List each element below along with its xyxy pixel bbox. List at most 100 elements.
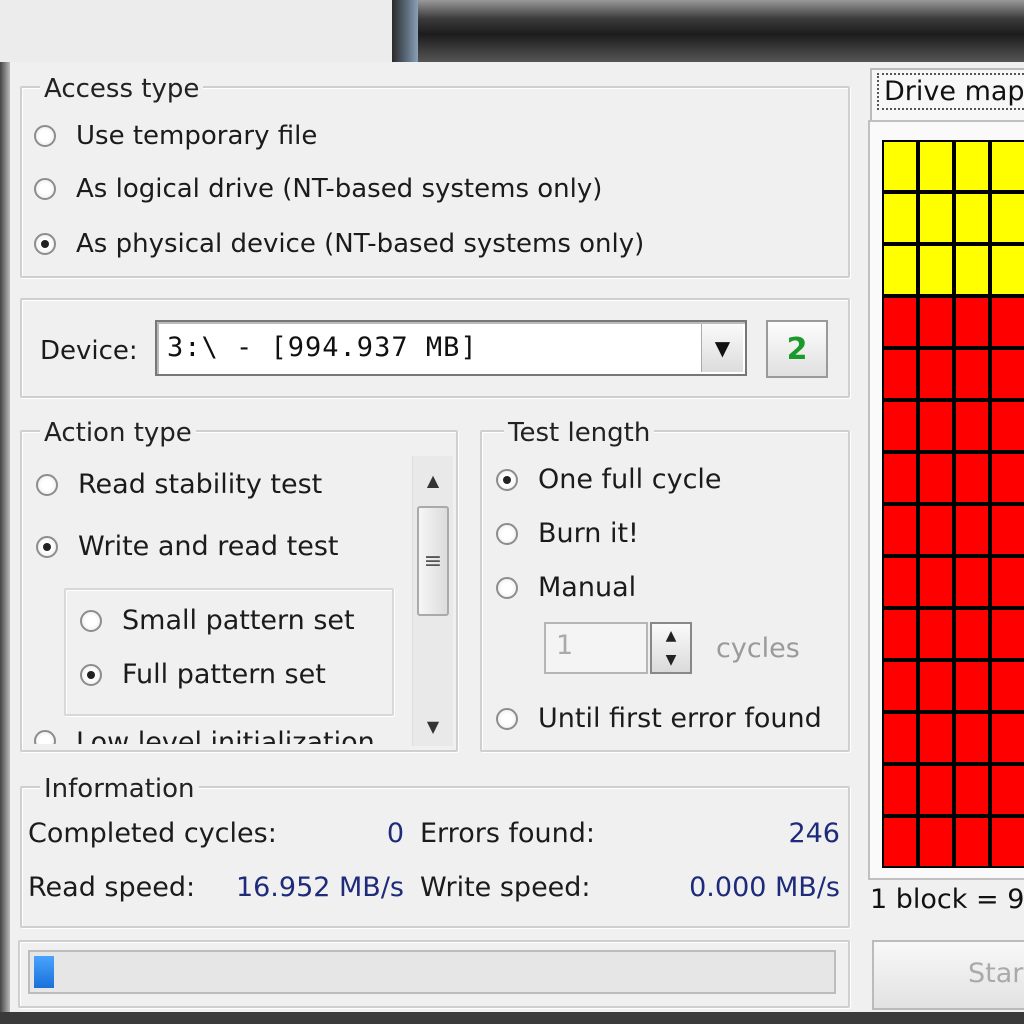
drive-map-block-yellow (882, 192, 918, 244)
action-option-0[interactable]: Read stability test (36, 470, 322, 500)
access-option-0[interactable]: Use temporary file (34, 121, 317, 151)
action-option-label: Low level initialization (76, 730, 375, 744)
drive-map-block-yellow (882, 244, 918, 296)
test-length-legend: Test length (504, 418, 655, 448)
access-option-2-radio[interactable] (34, 233, 56, 255)
drive-map-block-red (990, 608, 1024, 660)
action-option-1-label: Write and read test (78, 531, 339, 562)
window-bottom-edge (0, 1012, 1024, 1024)
drive-map-block-red (882, 296, 918, 348)
drive-map-block-red (882, 400, 918, 452)
drive-map-block-red (882, 712, 918, 764)
length-option-3-label: Until first error found (538, 703, 822, 734)
read-speed-label: Read speed: (28, 872, 196, 903)
completed-cycles-value: 0 (386, 818, 404, 849)
drive-map-block-red (882, 556, 918, 608)
action-option-0-label: Read stability test (78, 469, 323, 500)
refresh-devices-button[interactable]: 2 (766, 320, 828, 378)
drive-map-block-red (954, 504, 990, 556)
access-option-1-radio[interactable] (34, 178, 56, 200)
pattern-option-1-label: Full pattern set (122, 659, 326, 690)
errors-found-value: 246 (788, 818, 840, 849)
access-option-0-radio[interactable] (34, 125, 56, 147)
length-option-2-radio[interactable] (496, 577, 518, 599)
action-option-radio[interactable] (34, 730, 56, 744)
drive-map-block-red (990, 660, 1024, 712)
action-option-1[interactable]: Write and read test (36, 532, 338, 562)
access-option-2[interactable]: As physical device (NT-based systems onl… (34, 229, 644, 259)
access-option-1-label: As logical drive (NT-based systems only) (76, 174, 603, 204)
drive-map-block-red (954, 816, 990, 868)
drive-map-block-yellow (954, 140, 990, 192)
drive-map-block-red (990, 400, 1024, 452)
cycles-stepper[interactable]: ▲ ▼ (650, 622, 692, 674)
length-option-0-radio[interactable] (496, 469, 518, 491)
action-option-0-radio[interactable] (36, 474, 58, 496)
length-option-1-radio[interactable] (496, 523, 518, 545)
drive-map-block-red (990, 504, 1024, 556)
drive-map-block-red (882, 504, 918, 556)
drive-map-block-red (954, 452, 990, 504)
drive-map-block-red (954, 660, 990, 712)
information-group (20, 786, 850, 928)
background-window-titlebar (392, 0, 1024, 62)
length-option-1[interactable]: Burn it! (496, 519, 639, 549)
test-progress-fill (34, 956, 54, 988)
action-type-legend: Action type (40, 418, 196, 448)
action-option-low-level-init[interactable]: Low level initialization (34, 730, 375, 744)
drive-map-block-yellow (990, 140, 1024, 192)
action-type-scrollbar[interactable]: ▲ ≡ ▼ (412, 456, 453, 746)
scroll-up-icon[interactable]: ▲ (413, 460, 453, 500)
drive-map-block-red (918, 504, 954, 556)
drive-map-block-red (954, 400, 990, 452)
length-option-3-radio[interactable] (496, 708, 518, 730)
action-option-1-radio[interactable] (36, 536, 58, 558)
length-option-3[interactable]: Until first error found (496, 704, 822, 734)
test-progress-bar (28, 950, 836, 994)
access-option-2-label: As physical device (NT-based systems onl… (76, 229, 645, 259)
drive-map-block-red (918, 400, 954, 452)
drive-map-block-yellow (918, 140, 954, 192)
length-option-0-label: One full cycle (538, 464, 722, 495)
drive-map-block-red (990, 452, 1024, 504)
drive-map-block-red (990, 816, 1024, 868)
device-select[interactable]: 3:\ - [994.937 MB] ▼ (155, 320, 747, 376)
drive-map-block-red (990, 764, 1024, 816)
pattern-option-0-radio[interactable] (80, 610, 102, 632)
drive-map-block-yellow (954, 192, 990, 244)
scrollbar-thumb[interactable]: ≡ (417, 506, 449, 616)
pattern-option-1[interactable]: Full pattern set (80, 660, 326, 690)
errors-found-label: Errors found: (420, 818, 595, 849)
drive-map-block-red (990, 348, 1024, 400)
cycles-input[interactable]: 1 (544, 622, 648, 674)
drive-map-block-red (954, 608, 990, 660)
spin-down-icon[interactable]: ▼ (652, 648, 690, 672)
scroll-down-icon[interactable]: ▼ (413, 706, 453, 746)
drive-map-block-red (990, 296, 1024, 348)
drive-map-block-yellow (882, 140, 918, 192)
window-left-edge (0, 62, 10, 1024)
chevron-down-icon[interactable]: ▼ (701, 324, 743, 372)
drive-map-block-red (918, 348, 954, 400)
length-option-2[interactable]: Manual (496, 573, 636, 603)
drive-map-block-yellow (918, 244, 954, 296)
length-option-0[interactable]: One full cycle (496, 465, 722, 495)
drive-map-block-red (918, 712, 954, 764)
drive-map-block-red (990, 712, 1024, 764)
tab-drive-map[interactable]: Drive map (870, 68, 1024, 120)
device-select-value: 3:\ - [994.937 MB] (167, 332, 478, 363)
spin-up-icon[interactable]: ▲ (652, 624, 690, 648)
pattern-option-0-label: Small pattern set (122, 605, 355, 636)
access-option-1[interactable]: As logical drive (NT-based systems only) (34, 174, 602, 204)
start-button[interactable]: Start (872, 940, 1024, 1010)
drive-map-block-red (882, 764, 918, 816)
drive-map-block-red (918, 556, 954, 608)
drive-map-block-yellow (990, 192, 1024, 244)
write-speed-value: 0.000 MB/s (689, 872, 840, 903)
pattern-option-0[interactable]: Small pattern set (80, 606, 355, 636)
pattern-option-1-radio[interactable] (80, 664, 102, 686)
access-option-0-label: Use temporary file (76, 121, 318, 151)
drive-map-block-red (918, 764, 954, 816)
completed-cycles-label: Completed cycles: (28, 818, 277, 849)
read-speed-value: 16.952 MB/s (235, 872, 404, 903)
